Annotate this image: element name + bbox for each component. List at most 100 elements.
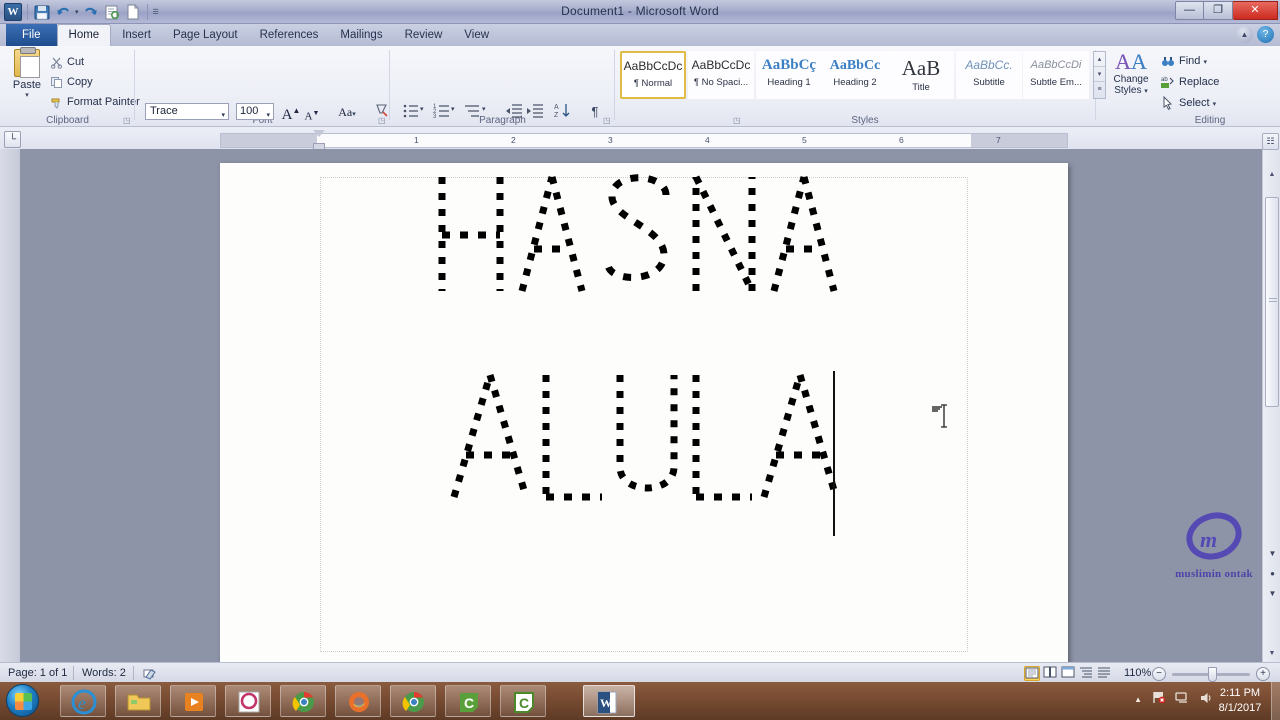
styles-dialog-launcher[interactable]: ◳ — [733, 116, 742, 125]
taskbar-camtasia-2[interactable]: C — [500, 685, 546, 717]
style-heading-2[interactable]: AaBbCc Heading 2 — [822, 51, 888, 99]
style-normal[interactable]: AaBbCcDc ¶ Normal — [620, 51, 686, 99]
scroll-down-button[interactable]: ▼ — [1263, 645, 1280, 662]
tray-network-icon[interactable] — [1175, 690, 1190, 708]
tab-insert[interactable]: Insert — [111, 24, 162, 46]
change-styles-button[interactable]: AA Change Styles ▾ — [1108, 50, 1154, 97]
tab-file[interactable]: File — [6, 24, 57, 46]
font-name-dropdown-icon[interactable]: ▾ — [221, 108, 225, 123]
tab-mailings[interactable]: Mailings — [329, 24, 393, 46]
tab-stop-selector[interactable]: └ — [4, 131, 21, 148]
zoom-slider-thumb[interactable] — [1208, 667, 1217, 682]
style-subtitle[interactable]: AaBbCc. Subtitle — [956, 51, 1022, 99]
paste-dropdown-icon[interactable]: ▾ — [8, 91, 46, 99]
format-painter-button[interactable]: Format Painter — [48, 94, 140, 111]
tab-home[interactable]: Home — [56, 24, 112, 46]
first-line-indent-marker[interactable] — [313, 130, 325, 137]
select-button[interactable]: Select ▾ — [1159, 94, 1216, 113]
font-size-combobox[interactable]: 100 ▾ — [236, 103, 274, 120]
multilevel-dropdown-icon[interactable]: ▾ — [482, 102, 491, 122]
taskbar-media-player[interactable] — [170, 685, 216, 717]
taskbar-chrome-2[interactable] — [390, 685, 436, 717]
change-case-button[interactable]: Aa▾ — [333, 102, 361, 122]
tray-show-hidden-icons[interactable]: ▲ — [1134, 695, 1142, 704]
taskbar-firefox[interactable] — [335, 685, 381, 717]
tray-action-center-icon[interactable] — [1151, 690, 1166, 708]
clear-formatting-button[interactable] — [372, 102, 392, 122]
find-button[interactable]: Find ▾ — [1159, 52, 1207, 71]
tab-review[interactable]: Review — [394, 24, 454, 46]
find-dropdown-icon[interactable]: ▾ — [1203, 59, 1207, 66]
taskbar-chrome[interactable] — [280, 685, 326, 717]
shrink-font-button[interactable]: A▼ — [302, 103, 322, 123]
scrollbar-thumb[interactable] — [1265, 197, 1279, 407]
style-heading-1[interactable]: AaBbCç Heading 1 — [756, 51, 822, 99]
tray-volume-icon[interactable] — [1199, 690, 1214, 708]
draft-view-button[interactable] — [1096, 666, 1112, 681]
styles-scroll-down-icon[interactable]: ▾ — [1094, 67, 1105, 82]
start-button[interactable] — [6, 684, 39, 717]
font-size-dropdown-icon[interactable]: ▾ — [266, 108, 270, 123]
increase-indent-button[interactable] — [526, 102, 546, 122]
print-layout-view-button[interactable] — [1024, 666, 1040, 681]
collapse-ribbon-icon[interactable]: ▲ — [1236, 26, 1253, 43]
sort-button[interactable]: AZ — [554, 102, 574, 122]
numbering-dropdown-icon[interactable]: ▾ — [451, 102, 460, 122]
show-desktop-button[interactable] — [1271, 682, 1280, 720]
styles-scroll-up-icon[interactable]: ▴ — [1094, 52, 1105, 67]
cut-button[interactable]: Cut — [48, 54, 84, 71]
scroll-up-button[interactable]: ▲ — [1263, 166, 1280, 183]
zoom-level[interactable]: 110% — [1124, 666, 1151, 680]
page-indicator[interactable]: Page: 1 of 1 — [8, 666, 67, 680]
styles-more-icon[interactable]: ≡ — [1094, 82, 1105, 97]
tab-view[interactable]: View — [453, 24, 500, 46]
style-title[interactable]: AaB Title — [888, 51, 954, 99]
tab-references[interactable]: References — [249, 24, 330, 46]
taskbar-word[interactable]: W — [583, 685, 635, 717]
previous-page-button[interactable]: ▼ — [1266, 549, 1279, 562]
web-layout-view-button[interactable] — [1060, 666, 1076, 681]
ruler-left-margin-area — [221, 134, 317, 147]
copy-button[interactable]: Copy — [48, 74, 93, 91]
proofing-errors-icon[interactable] — [142, 666, 158, 680]
clipboard-dialog-launcher[interactable]: ◳ — [123, 116, 132, 125]
paste-button[interactable]: Paste ▾ — [8, 47, 46, 99]
taskbar-clock[interactable]: 2:11 PM 8/1/2017 — [1214, 686, 1266, 716]
close-button[interactable]: ✕ — [1233, 1, 1278, 20]
replace-button[interactable]: ab Replace — [1159, 73, 1219, 92]
grow-font-button[interactable]: A▲ — [281, 101, 301, 123]
taskbar-internet-explorer[interactable]: e — [60, 685, 106, 717]
styles-gallery-scroller[interactable]: ▴ ▾ ≡ — [1093, 51, 1106, 99]
show-formatting-marks-button[interactable]: ¶ — [585, 102, 605, 122]
taskbar-screen-recorder[interactable] — [225, 685, 271, 717]
word-count[interactable]: Words: 2 — [82, 666, 126, 680]
bullets-button[interactable] — [402, 102, 422, 122]
select-browse-object-button[interactable]: ● — [1266, 569, 1279, 582]
next-page-button[interactable]: ▼ — [1266, 589, 1279, 602]
restore-button[interactable]: ❐ — [1204, 1, 1233, 20]
multilevel-list-button[interactable] — [464, 102, 484, 122]
numbering-button[interactable]: 123 — [433, 102, 453, 122]
change-styles-dropdown-icon[interactable]: ▾ — [1144, 88, 1148, 95]
style-subtle-emphasis[interactable]: AaBbCcDi Subtle Em... — [1023, 51, 1089, 99]
zoom-in-button[interactable]: + — [1256, 667, 1270, 681]
horizontal-ruler[interactable]: 1 2 3 4 5 6 7 — [220, 133, 1068, 148]
vertical-scrollbar[interactable]: ☷ ▲ ▼ ● ▼ ▼ — [1262, 133, 1280, 662]
tab-page-layout[interactable]: Page Layout — [162, 24, 249, 46]
select-dropdown-icon[interactable]: ▾ — [1213, 101, 1217, 108]
full-screen-reading-view-button[interactable] — [1042, 666, 1058, 681]
bullets-dropdown-icon[interactable]: ▾ — [420, 102, 429, 122]
taskbar-camtasia[interactable]: C — [445, 685, 491, 717]
document-line-2 — [220, 367, 1068, 507]
taskbar-windows-explorer[interactable] — [115, 685, 161, 717]
minimize-button[interactable]: — — [1175, 1, 1204, 20]
zoom-out-button[interactable]: − — [1152, 667, 1166, 681]
ribbon-help-buttons: ▲ ? — [1236, 26, 1274, 43]
style-no-spacing[interactable]: AaBbCcDc ¶ No Spaci... — [688, 51, 754, 99]
font-name-combobox[interactable]: Trace ▾ — [145, 103, 229, 120]
decrease-indent-button[interactable] — [505, 102, 525, 122]
outline-view-button[interactable] — [1078, 666, 1094, 681]
svg-text:C: C — [519, 695, 529, 711]
help-icon[interactable]: ? — [1257, 26, 1274, 43]
select-browse-object-top-icon[interactable]: ☷ — [1262, 133, 1279, 150]
